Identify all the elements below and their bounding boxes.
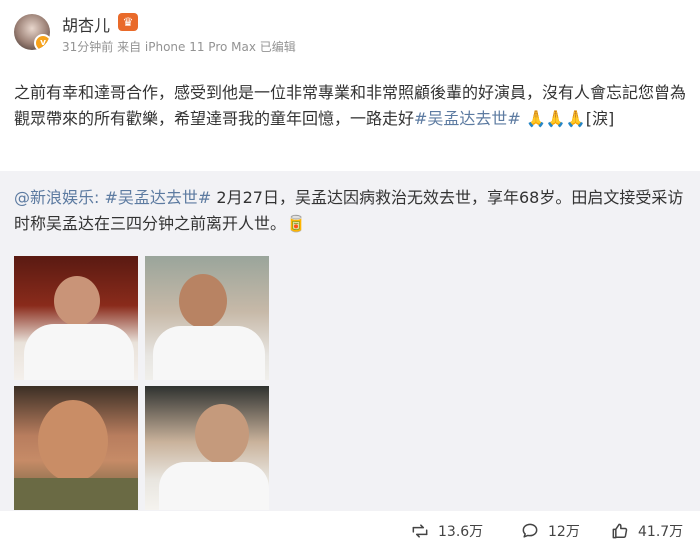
repost-text: @新浪娱乐: #吴孟达去世# 2月27日，吴孟达因病救治无效去世，享年68岁。田… [14, 185, 686, 237]
photo-4[interactable] [145, 386, 269, 510]
repost-source-link[interactable]: @新浪娱乐: [14, 188, 99, 207]
verified-badge-icon: v [34, 34, 50, 50]
photo-face [38, 400, 108, 482]
photo-1[interactable] [14, 256, 138, 380]
photo-2[interactable] [145, 256, 269, 380]
repost-icon [412, 524, 428, 538]
photo-face [179, 274, 227, 328]
photo-shirt [24, 324, 134, 380]
post-text: 之前有幸和達哥合作，感受到他是一位非常專業和非常照顧後輩的好演員，沒有人會忘記您… [14, 80, 686, 132]
action-bar: 13.6万 12万 41.7万 [0, 515, 700, 547]
thumbs-up-icon [612, 523, 628, 539]
repost-count: 13.6万 [438, 524, 484, 540]
post-meta: 31分钟前 来自 iPhone 11 Pro Max 已编辑 [62, 40, 296, 54]
photo-3[interactable] [14, 386, 138, 510]
photo-shirt [14, 478, 138, 510]
repost-hashtag-link[interactable]: #吴孟达去世# [105, 188, 212, 207]
comment-count: 12万 [548, 524, 580, 540]
like-count: 41.7万 [638, 524, 684, 540]
username[interactable]: 胡杏儿 [62, 12, 110, 36]
photo-face [195, 404, 249, 464]
photo-face [54, 276, 100, 326]
comment-button[interactable]: 12万 [520, 521, 580, 541]
post-header: v 胡杏儿 ♛ 31分钟前 来自 iPhone 11 Pro Max 已编辑 [0, 0, 700, 68]
emoji-tears: [淚] [585, 109, 615, 128]
repost-button[interactable]: 13.6万 [410, 521, 483, 541]
photo-shirt [159, 462, 269, 510]
repost-emoji: 🥫 [286, 214, 306, 233]
emoji-prayer: 🙏🙏🙏 [525, 109, 586, 128]
photo-shirt [153, 326, 265, 380]
like-button[interactable]: 41.7万 [610, 521, 683, 541]
comment-icon [522, 523, 538, 538]
hashtag-link[interactable]: #吴孟达去世# [414, 109, 521, 128]
avatar[interactable]: v [14, 14, 50, 50]
member-crown-icon[interactable]: ♛ [118, 13, 138, 31]
repost-card[interactable]: @新浪娱乐: #吴孟达去世# 2月27日，吴孟达因病救治无效去世，享年68岁。田… [0, 171, 700, 511]
